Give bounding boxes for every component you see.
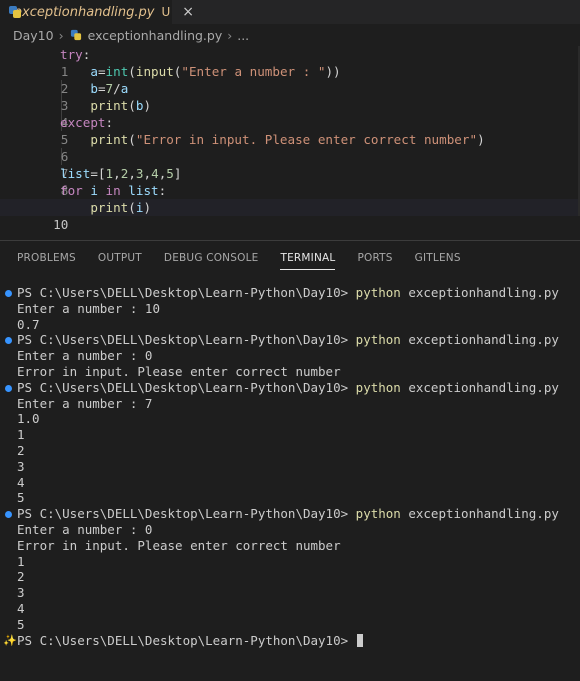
code-text: a=int(input("Enter a number : ")) <box>90 64 341 79</box>
command-status-dot-icon[interactable] <box>5 511 12 519</box>
untracked-badge: U <box>161 5 171 19</box>
command-status-dot-icon[interactable] <box>5 290 12 297</box>
terminal-command-line: PS C:\Users\DELL\Desktop\Learn-Python\Da… <box>0 380 580 396</box>
command-status-dot-icon[interactable] <box>5 384 12 392</box>
tab-gitlens[interactable]: GITLENS <box>415 241 461 274</box>
terminal-output-line: Enter a number : 10 <box>17 300 160 316</box>
terminal-output-line: 3 <box>17 458 25 474</box>
code-line: 9 for i in list: <box>0 182 580 215</box>
terminal-output-line: 1.0 <box>17 411 40 427</box>
code-line: 6 print("Error in input. Please enter co… <box>0 131 580 164</box>
tab-filename: exceptionhandling.py <box>14 4 155 20</box>
tab-ports[interactable]: PORTS <box>357 241 392 274</box>
sparkle-icon[interactable]: ✨ <box>3 633 17 649</box>
code-text: b=7/a <box>90 81 129 96</box>
terminal-output-line: 2 <box>17 442 25 458</box>
code-line: 7 <box>0 148 580 181</box>
terminal-output-line: Enter a number : 7 <box>17 395 153 411</box>
code-text: list=[1,2,3,4,5] <box>60 166 182 181</box>
code-editor[interactable]: 1 try: 2 a=int(input("Enter a number : "… <box>0 46 580 232</box>
panel-tab-bar: PROBLEMS OUTPUT DEBUG CONSOLE TERMINAL P… <box>0 241 580 274</box>
tab-output[interactable]: OUTPUT <box>98 241 142 274</box>
terminal-output-line: 2 <box>17 569 25 585</box>
terminal-output-line: 1 <box>17 553 25 569</box>
terminal-output-line: Error in input. Please enter correct num… <box>17 537 341 553</box>
code-text: try: <box>60 47 91 62</box>
chevron-right-icon: › <box>58 27 64 43</box>
terminal-output-line: 1 <box>17 427 25 443</box>
terminal-output-line: 4 <box>17 600 25 616</box>
code-text: print("Error in input. Please enter corr… <box>90 132 485 147</box>
breadcrumb-folder[interactable]: Day10 <box>13 28 54 43</box>
code-line: 8 list=[1,2,3,4,5] <box>0 165 580 198</box>
bottom-panel: PROBLEMS OUTPUT DEBUG CONSOLE TERMINAL P… <box>0 240 580 681</box>
terminal-output-line: Enter a number : 0 <box>17 348 153 364</box>
tab-problems[interactable]: PROBLEMS <box>17 241 76 274</box>
breadcrumb: Day10 › exceptionhandling.py › ... <box>0 24 580 46</box>
editor-tab-bar: exceptionhandling.py U × <box>0 0 580 24</box>
terminal-cursor <box>356 633 363 647</box>
chevron-right-icon: › <box>227 27 233 43</box>
terminal-output-line: 4 <box>17 474 25 490</box>
terminal-output-line: Enter a number : 0 <box>17 521 153 537</box>
code-text: print(b) <box>90 98 152 113</box>
terminal-output-line: Error in input. Please enter correct num… <box>17 363 341 379</box>
terminal-command-line: PS C:\Users\DELL\Desktop\Learn-Python\Da… <box>0 506 580 522</box>
code-line: 5 except: <box>0 114 580 147</box>
breadcrumb-more[interactable]: ... <box>237 28 249 43</box>
terminal-output-line: 3 <box>17 585 25 601</box>
command-status-dot-icon[interactable] <box>5 337 12 345</box>
code-line: 1 try: <box>0 46 580 79</box>
terminal-prompt-line[interactable]: ✨ PS C:\Users\DELL\Desktop\Learn-Python\D… <box>0 633 580 649</box>
tab-terminal[interactable]: TERMINAL <box>280 241 336 274</box>
code-line: 3 b=7/a <box>0 80 580 113</box>
breadcrumb-file[interactable]: exceptionhandling.py <box>88 28 223 43</box>
editor-tab[interactable]: exceptionhandling.py U × <box>0 0 194 24</box>
python-file-icon <box>70 29 82 41</box>
terminal-command-line: PS C:\Users\DELL\Desktop\Learn-Python\Da… <box>0 332 580 348</box>
terminal-command-line: PS C:\Users\DELL\Desktop\Learn-Python\Da… <box>0 285 580 301</box>
terminal[interactable]: PS C:\Users\DELL\Desktop\Learn-Python\Da… <box>0 285 580 648</box>
code-line-active: 10 print(i) <box>0 199 580 232</box>
terminal-output-line: 5 <box>17 490 25 506</box>
tab-debug-console[interactable]: DEBUG CONSOLE <box>164 241 259 274</box>
close-icon[interactable]: × <box>182 4 194 20</box>
code-line: 4 print(b) <box>0 97 580 130</box>
line-number: 10 <box>53 217 69 232</box>
code-text: print(i) <box>90 200 152 215</box>
code-text: except: <box>60 115 114 130</box>
code-text: for i in list: <box>60 183 167 198</box>
terminal-output-line: 5 <box>17 616 25 632</box>
terminal-output-line: 0.7 <box>17 316 40 332</box>
code-line: 2 a=int(input("Enter a number : ")) <box>0 63 580 96</box>
